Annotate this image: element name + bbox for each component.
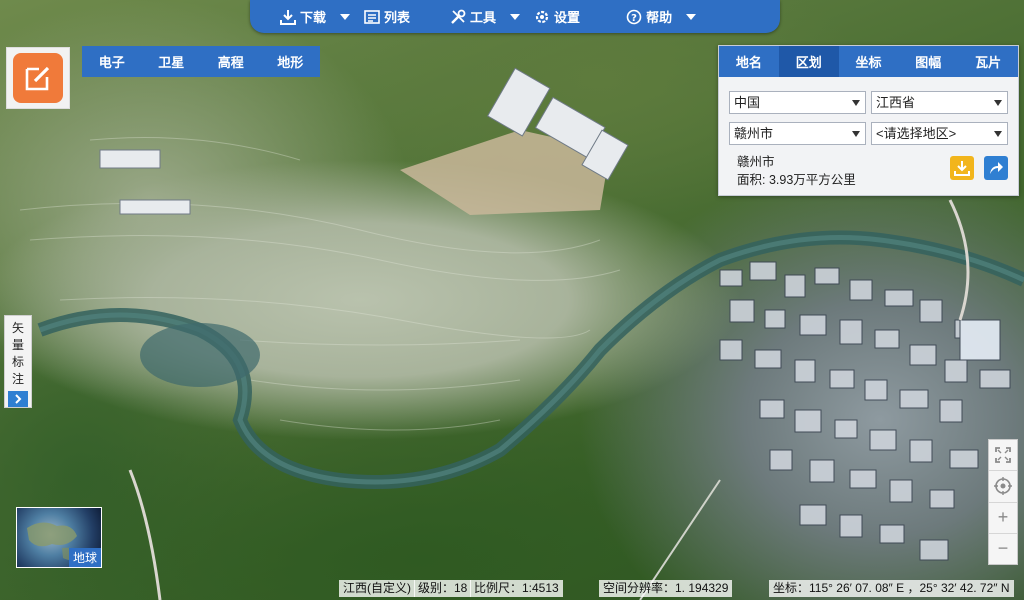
edit-tool-button[interactable] [6,47,70,109]
province-select[interactable]: 江西省 [871,91,1008,114]
search-panel: 地名 区划 坐标 图幅 瓦片 中国 江西省 赣州市 <请选择地区> 赣州市 面积… [718,45,1019,196]
chevron-right-icon [15,394,22,404]
province-select-value: 江西省 [876,95,916,110]
globe-view-button[interactable]: 地球 [16,507,102,568]
zoom-in-button[interactable]: + [989,503,1017,534]
city-select-value: 赣州市 [734,126,774,141]
chevron-down-icon [994,100,1002,106]
chevron-down-icon [994,131,1002,137]
district-select[interactable]: <请选择地区> [871,122,1008,145]
download-menu[interactable]: 下载 [280,0,326,33]
city-select[interactable]: 赣州市 [729,122,866,145]
map-zoom-controls: + − [988,439,1018,565]
vector-label-char: 矢 [11,321,24,335]
share-arrow-icon [990,162,1003,174]
help-icon: ? [626,9,642,24]
locate-icon [994,477,1012,496]
map-type-elevation[interactable]: 高程 [212,52,250,71]
help-dropdown-caret[interactable] [686,13,697,20]
region-info: 赣州市 面积: 3.93万平方公里 [729,153,1008,189]
country-select[interactable]: 中国 [729,91,866,114]
minus-icon: − [997,538,1009,559]
region-name: 赣州市 [737,155,775,169]
region-area: 面积: 3.93万平方公里 [737,173,856,187]
tools-menu[interactable]: 工具 [450,0,496,33]
vector-label-char: 标 [11,355,24,369]
download-icon [280,9,296,25]
top-toolbar: 下载 列表 工具 设置 ? 帮助 [250,0,780,33]
status-region: 江西(自定义) [339,580,415,597]
tools-dropdown-caret[interactable] [510,13,521,20]
district-select-value: <请选择地区> [876,126,957,141]
fullscreen-icon [995,447,1011,464]
download-dropdown-caret[interactable] [340,13,351,20]
help-label: 帮助 [646,10,673,25]
settings-label: 设置 [554,10,581,25]
status-bar: 江西(自定义) 级别：18 比例尺：1:4513 空间分辨率：1. 194329… [0,577,1024,600]
status-resolution: 空间分辨率：1. 194329 [599,580,733,597]
help-menu[interactable]: ? 帮助 [626,0,672,33]
svg-text:?: ? [631,13,637,24]
vector-label-char: 量 [11,338,24,352]
zoom-out-button[interactable]: − [989,534,1017,564]
download-label: 下载 [300,10,327,25]
map-type-tabs: 电子 卫星 高程 地形 [82,46,320,77]
panel-tabs: 地名 区划 坐标 图幅 瓦片 [719,46,1018,77]
status-level: 级别：18 [414,580,472,597]
chevron-down-icon [852,100,860,106]
gear-icon [535,10,549,23]
vector-label-toggle[interactable]: 矢 量 标 注 [4,315,32,408]
status-scale: 比例尺：1:4513 [470,580,563,597]
settings-button[interactable]: 设置 [534,0,580,33]
plus-icon: + [997,507,1009,528]
region-download-button[interactable] [950,156,974,180]
globe-label: 地球 [68,548,101,567]
map-type-satellite[interactable]: 卫星 [152,52,190,71]
locate-button[interactable] [989,471,1017,503]
download-icon [954,161,970,176]
country-select-value: 中国 [734,95,761,110]
tab-place-name[interactable]: 地名 [719,46,779,77]
edit-icon [25,66,50,91]
tab-map-sheet[interactable]: 图幅 [898,46,958,77]
tools-icon [451,9,466,24]
tools-label: 工具 [470,10,497,25]
list-label: 列表 [384,10,411,25]
chevron-down-icon [852,131,860,137]
region-share-button[interactable] [984,156,1008,180]
fullscreen-button[interactable] [989,440,1017,472]
tab-coordinate[interactable]: 坐标 [839,46,899,77]
status-coordinate: 坐标：115° 26′ 07. 08″ E ，25° 32′ 42. 72″ N [769,580,1014,597]
list-icon [364,9,380,24]
edit-icon-background [13,53,63,103]
vector-label-char: 注 [11,372,24,386]
list-button[interactable]: 列表 [364,0,410,33]
panel-body: 中国 江西省 赣州市 <请选择地区> 赣州市 面积: 3.93万平方公里 [719,77,1018,189]
map-type-terrain[interactable]: 地形 [271,52,309,71]
tab-tile[interactable]: 瓦片 [958,46,1018,77]
tab-division[interactable]: 区划 [778,46,839,77]
expand-arrow-button[interactable] [8,391,28,407]
map-type-electronic[interactable]: 电子 [93,52,131,71]
